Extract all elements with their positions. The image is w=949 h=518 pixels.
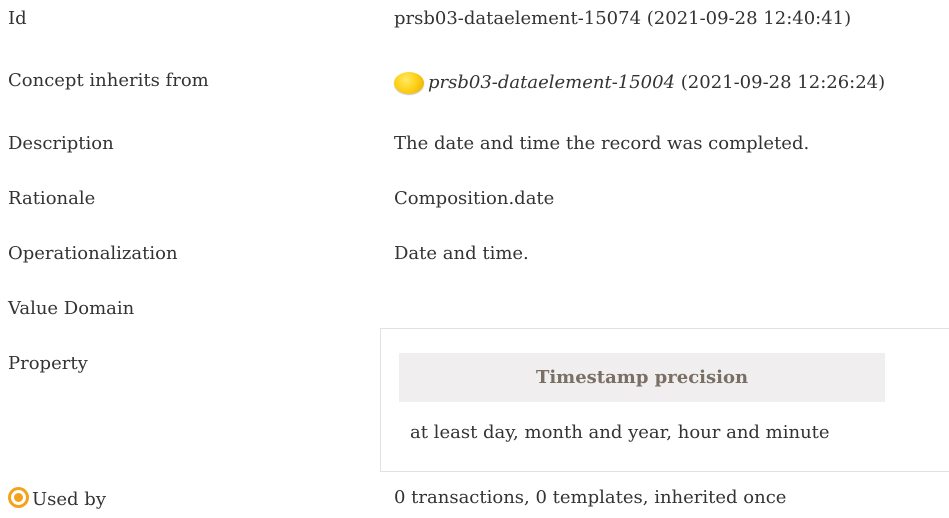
rationale-label: Rationale	[8, 188, 96, 209]
inherits-date: (2021-09-28 12:26:24)	[675, 72, 886, 93]
description-label: Description	[8, 133, 114, 154]
operationalization-value: Date and time.	[394, 243, 529, 264]
used-by-label: Used by	[32, 489, 106, 510]
operationalization-label: Operationalization	[8, 243, 178, 264]
yellow-circle-icon	[394, 72, 424, 94]
target-icon	[8, 487, 29, 508]
value-domain-label: Value Domain	[8, 298, 135, 319]
description-value: The date and time the record was complet…	[394, 133, 810, 154]
inherits-label: Concept inherits from	[8, 70, 209, 91]
property-table: Timestamp precision at least day, month …	[380, 328, 949, 472]
inherits-value: prsb03-dataelement-15004 (2021-09-28 12:…	[394, 72, 885, 94]
used-by-value: 0 transactions, 0 templates, inherited o…	[394, 487, 787, 508]
used-by-label-wrap: Used by	[8, 487, 106, 510]
property-header: Timestamp precision	[399, 353, 885, 402]
rationale-value: Composition.date	[394, 188, 555, 209]
inherits-link[interactable]: prsb03-dataelement-15004	[428, 72, 675, 93]
id-value: prsb03-dataelement-15074 (2021-09-28 12:…	[394, 8, 852, 29]
property-label: Property	[8, 353, 88, 374]
id-label: Id	[8, 8, 27, 29]
property-value: at least day, month and year, hour and m…	[410, 422, 830, 443]
